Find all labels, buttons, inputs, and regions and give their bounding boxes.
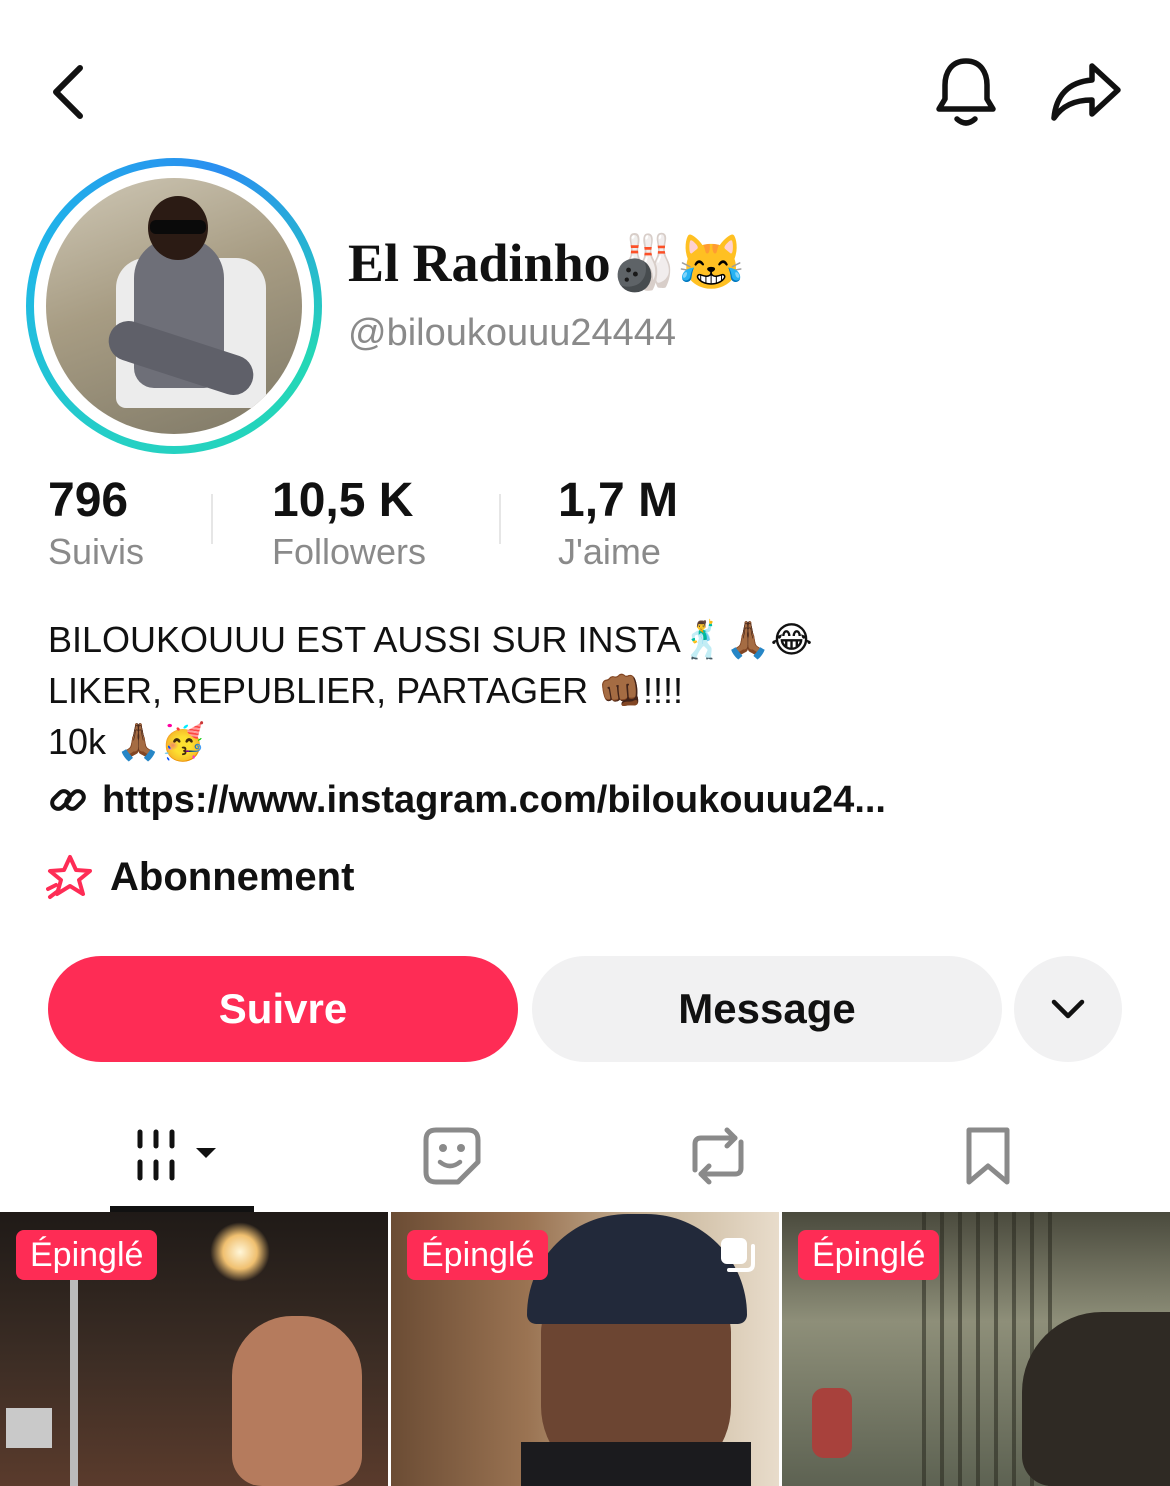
- tab-stickers[interactable]: [380, 1100, 524, 1212]
- notifications-button[interactable]: [928, 52, 1004, 132]
- avatar-ring[interactable]: [26, 158, 322, 454]
- repost-icon: [692, 1127, 744, 1185]
- link-icon: [50, 789, 86, 811]
- video-grid: Épinglé Épinglé Épinglé: [0, 1212, 1170, 1486]
- stat-value: 10,5 K: [272, 474, 414, 527]
- stat-value: 796: [48, 474, 129, 527]
- stat-label: Followers: [272, 531, 427, 572]
- sticker-icon: [423, 1127, 481, 1185]
- stat-label: J'aime: [558, 531, 661, 572]
- pinned-badge: Épinglé: [16, 1230, 158, 1280]
- tab-videos[interactable]: [110, 1100, 254, 1212]
- multi-photo-icon: [721, 1238, 755, 1272]
- bookmark-icon: [966, 1127, 1010, 1185]
- video-thumbnail[interactable]: Épinglé: [0, 1212, 388, 1486]
- back-button[interactable]: [36, 56, 100, 128]
- chevron-left-icon: [53, 65, 83, 119]
- top-bar: [0, 0, 1170, 160]
- subscription-label: Abonnement: [110, 855, 355, 899]
- stat-following[interactable]: 796 Suivis: [48, 472, 144, 574]
- tab-reposts[interactable]: [646, 1100, 790, 1212]
- share-arrow-icon: [1051, 63, 1121, 121]
- display-name: El Radinho🎳😹: [348, 233, 746, 293]
- stat-likes[interactable]: 1,7 M J'aime: [558, 472, 678, 574]
- stat-followers[interactable]: 10,5 K Followers: [272, 472, 426, 574]
- chevron-down-icon: [1051, 999, 1085, 1019]
- bio-link-text[interactable]: https://www.instagram.com/biloukouuu24..…: [102, 776, 886, 824]
- share-button[interactable]: [1046, 52, 1126, 132]
- bell-icon: [936, 58, 996, 126]
- username: @biloukouuu24444: [348, 312, 677, 354]
- caret-down-icon: [196, 1148, 216, 1158]
- subscription-row[interactable]: Abonnement: [46, 852, 354, 902]
- pinned-badge: Épinglé: [798, 1230, 940, 1280]
- bio-line: LIKER, REPUBLIER, PARTAGER 👊🏾!!!!: [48, 670, 683, 711]
- follow-button[interactable]: Suivre: [48, 956, 518, 1062]
- bio: BILOUKOUUU EST AUSSI SUR INSTA🕺🙏🏾😂 LIKER…: [48, 614, 1128, 767]
- star-subscription-icon: [46, 855, 92, 899]
- stat-value: 1,7 M: [558, 474, 679, 527]
- stat-divider: [499, 494, 501, 544]
- avatar: [46, 178, 302, 434]
- more-options-button[interactable]: [1014, 956, 1122, 1062]
- message-button[interactable]: Message: [532, 956, 1002, 1062]
- stat-divider: [211, 494, 213, 544]
- content-tabs: [0, 1100, 1170, 1212]
- pinned-badge: Épinglé: [407, 1230, 549, 1280]
- bio-link[interactable]: https://www.instagram.com/biloukouuu24..…: [48, 776, 886, 824]
- stat-label: Suivis: [48, 531, 145, 572]
- tab-saved[interactable]: [916, 1100, 1060, 1212]
- grid-icon: [137, 1129, 216, 1181]
- bio-line: 10k 🙏🏾🥳: [48, 721, 206, 762]
- video-thumbnail[interactable]: Épinglé: [391, 1212, 779, 1486]
- video-thumbnail[interactable]: Épinglé: [782, 1212, 1170, 1486]
- bio-line: BILOUKOUUU EST AUSSI SUR INSTA🕺🙏🏾😂: [48, 619, 813, 660]
